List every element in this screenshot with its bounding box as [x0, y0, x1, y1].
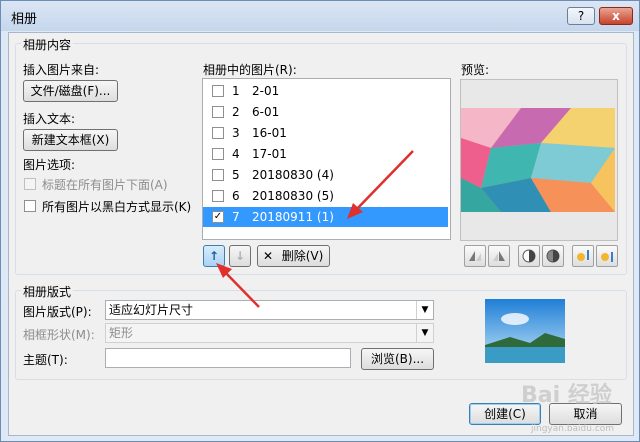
watermark-url: jingyan.baidu.com: [531, 424, 615, 434]
album-dialog: 相册 ? x 相册内容 插入图片来自: 文件/磁盘(F)... 插入文本: 新建…: [0, 0, 640, 442]
annotation-arrows: [216, 150, 414, 308]
annotation-arrow-list: [352, 150, 414, 214]
annotation-arrow-up: [221, 268, 260, 308]
watermark-logo: Bai 经验: [521, 383, 612, 408]
